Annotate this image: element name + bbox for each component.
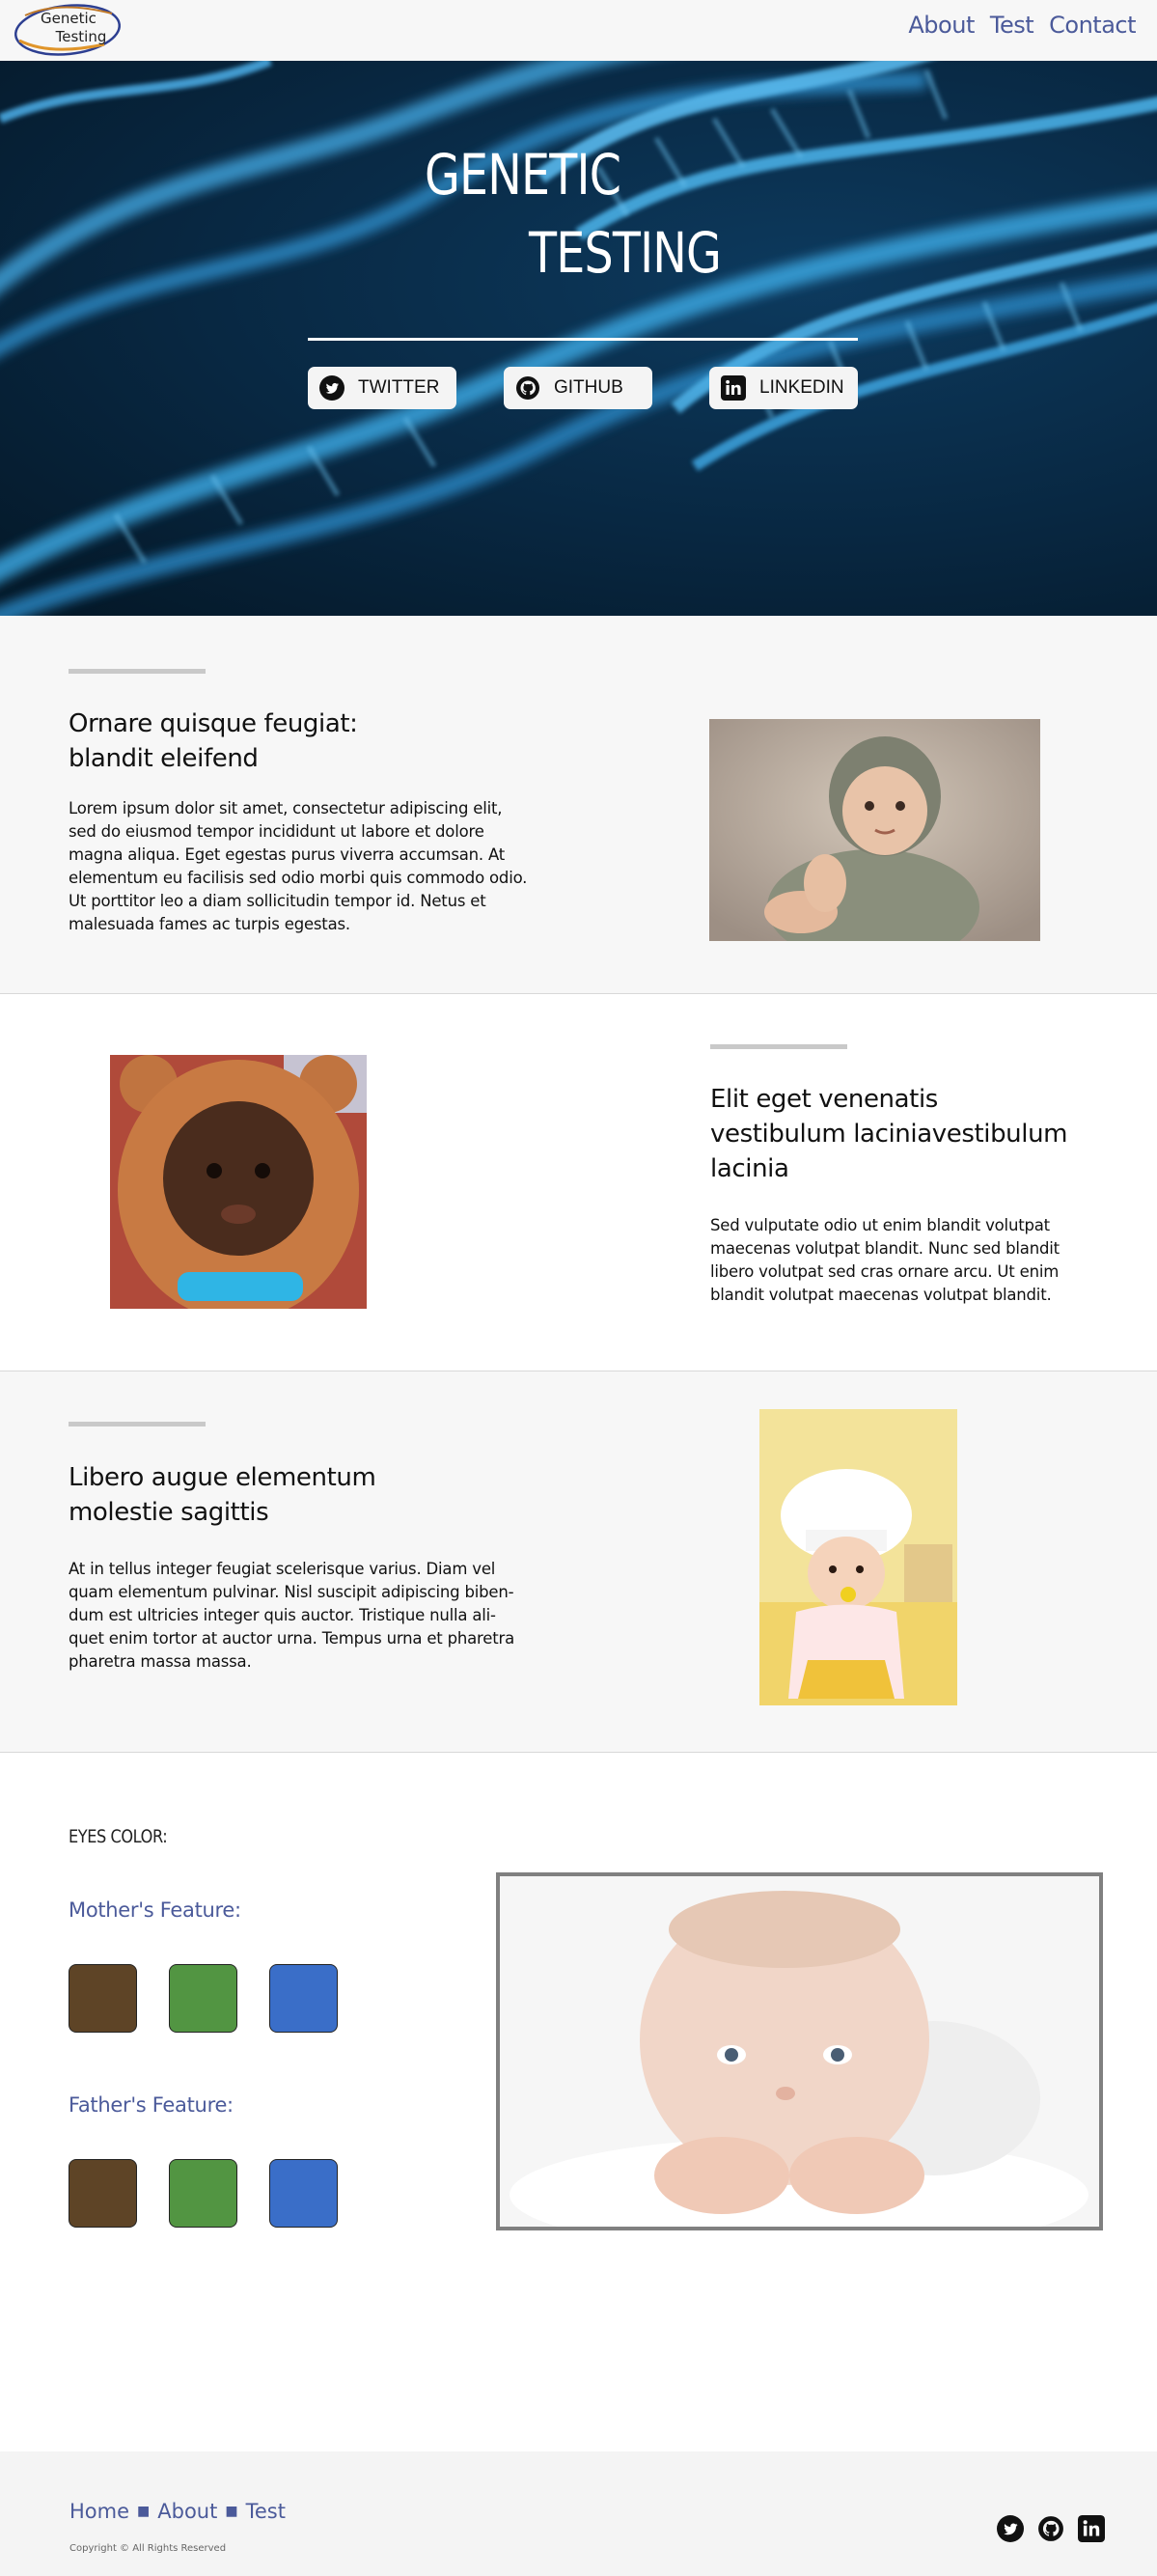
hero-banner: GENETIC TESTING TWITTER GITHUB LINKEDIN bbox=[0, 61, 1157, 616]
hero-title-line-2: TESTING bbox=[529, 220, 722, 286]
footer-separator: ■ bbox=[137, 2504, 151, 2519]
section-1-body: Lorem ipsum dolor sit amet, consectetur … bbox=[69, 799, 528, 933]
mothers-feature-label: Mother's Feature: bbox=[69, 1898, 241, 1922]
twitter-icon bbox=[319, 375, 344, 401]
footer-about-link[interactable]: About bbox=[157, 2500, 217, 2523]
twitter-icon[interactable] bbox=[997, 2515, 1024, 2542]
site-footer: Home ■ About ■ Test Copyright © All Righ… bbox=[0, 2451, 1157, 2576]
main-nav: About Test Contact bbox=[908, 12, 1136, 39]
linkedin-icon[interactable] bbox=[1078, 2515, 1105, 2542]
baby-in-knit-hood-photo bbox=[709, 719, 1040, 941]
twitter-button[interactable]: TWITTER bbox=[308, 367, 456, 409]
section-accent-bar bbox=[710, 1044, 847, 1049]
mother-blue-swatch[interactable] bbox=[269, 1964, 338, 2033]
hero-title-line-1: GENETIC bbox=[425, 142, 621, 208]
smiling-baby-photo bbox=[496, 1872, 1103, 2230]
footer-nav: Home ■ About ■ Test bbox=[69, 2500, 286, 2523]
footer-test-link[interactable]: Test bbox=[246, 2500, 286, 2523]
baby-in-bear-costume-photo bbox=[110, 1055, 367, 1309]
father-green-swatch[interactable] bbox=[169, 2159, 237, 2228]
father-brown-swatch[interactable] bbox=[69, 2159, 137, 2228]
logo-line-1: Genetic bbox=[41, 10, 96, 27]
linkedin-button-label: LINKEDIN bbox=[759, 377, 844, 398]
baby-in-chef-hat-photo bbox=[759, 1409, 957, 1705]
fathers-feature-label: Father's Feature: bbox=[69, 2093, 234, 2117]
section-accent-bar bbox=[69, 669, 206, 674]
eyes-color-heading: EYES COLOR: bbox=[69, 1826, 168, 1847]
section-accent-bar bbox=[69, 1422, 206, 1426]
github-button[interactable]: GITHUB bbox=[504, 367, 652, 409]
nav-contact-link[interactable]: Contact bbox=[1049, 12, 1136, 39]
hero-divider bbox=[308, 338, 858, 341]
section-3-body: At in tellus integer feugiat scelerisque… bbox=[69, 1560, 514, 1671]
feature-section-2: Elit eget venenatis vestibulum laciniave… bbox=[0, 994, 1157, 1371]
section-2-body: Sed vulputate odio ut enim blandit volut… bbox=[710, 1216, 1060, 1304]
feature-section-1: Ornare quisque feugiat: blandit eleifend… bbox=[0, 616, 1157, 994]
section-2-title: Elit eget venenatis vestibulum laciniave… bbox=[710, 1085, 1068, 1183]
section-3-title: Libero augue elementum molestie sagittis bbox=[69, 1463, 376, 1527]
logo-line-2: Testing bbox=[55, 28, 107, 45]
footer-separator: ■ bbox=[225, 2504, 238, 2519]
site-logo[interactable]: Genetic Testing bbox=[12, 2, 125, 58]
section-1-title: Ornare quisque feugiat: blandit eleifend bbox=[69, 709, 358, 773]
footer-social-icons bbox=[997, 2515, 1105, 2542]
site-header: Genetic Testing About Test Contact bbox=[0, 0, 1157, 61]
eye-color-section: EYES COLOR: Mother's Feature: Father's F… bbox=[0, 1753, 1157, 2451]
father-blue-swatch[interactable] bbox=[269, 2159, 338, 2228]
nav-about-link[interactable]: About bbox=[908, 12, 975, 39]
linkedin-icon bbox=[721, 375, 746, 401]
github-icon bbox=[515, 375, 540, 401]
copyright-text: Copyright © All Rights Reserved bbox=[69, 2543, 227, 2554]
mother-green-swatch[interactable] bbox=[169, 1964, 237, 2033]
linkedin-button[interactable]: LINKEDIN bbox=[709, 367, 858, 409]
mother-brown-swatch[interactable] bbox=[69, 1964, 137, 2033]
feature-section-3: Libero augue elementum molestie sagittis… bbox=[0, 1371, 1157, 1753]
footer-home-link[interactable]: Home bbox=[69, 2500, 129, 2523]
twitter-button-label: TWITTER bbox=[358, 377, 440, 398]
github-button-label: GITHUB bbox=[554, 377, 623, 398]
nav-test-link[interactable]: Test bbox=[990, 12, 1034, 39]
github-icon[interactable] bbox=[1037, 2515, 1064, 2542]
